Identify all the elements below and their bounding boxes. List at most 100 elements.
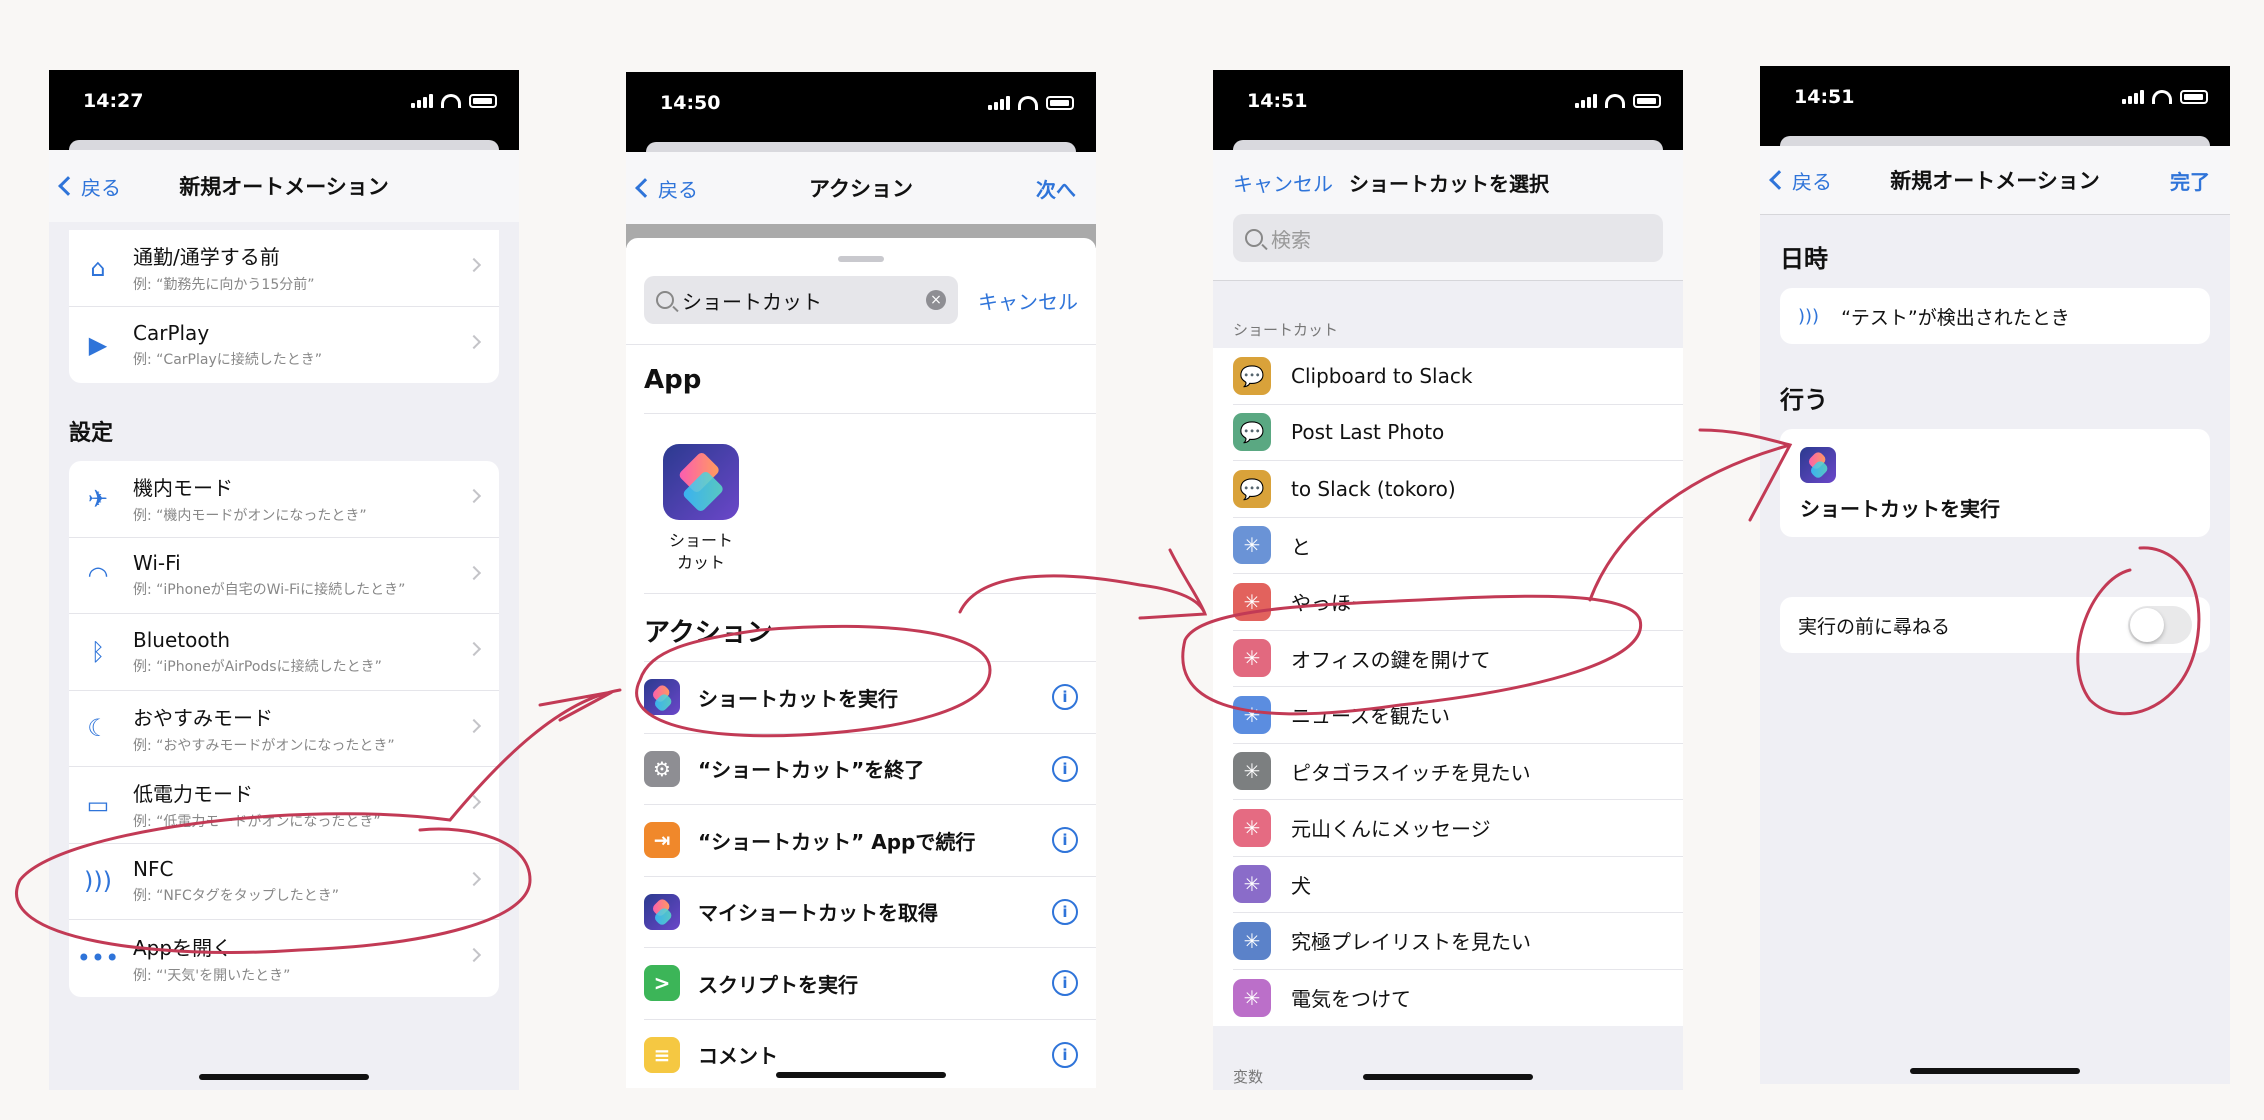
sparkle-icon: ✳ xyxy=(1233,526,1271,565)
home-indicator xyxy=(1363,1074,1533,1080)
section-header-shortcuts: ショートカット xyxy=(1233,321,1339,339)
app-shortcuts[interactable]: ショート カット xyxy=(626,414,746,593)
status-time: 14:50 xyxy=(660,92,721,114)
section-header-actions: アクション xyxy=(644,618,773,649)
list-item[interactable]: ☾ おやすみモード 例: “おやすみモードがオンになったとき” xyxy=(69,691,499,767)
sparkle-icon: ✳ xyxy=(1233,695,1271,734)
chevron-left-icon xyxy=(635,178,655,198)
chevron-right-icon xyxy=(466,334,482,349)
list-item[interactable]: ◠ Wi-Fi 例: “iPhoneが自宅のWi-Fiに接続したとき” xyxy=(69,538,499,614)
page-title: アクション xyxy=(809,177,913,201)
sparkle-icon: ✳ xyxy=(1233,978,1271,1017)
status-bar: 14:51 xyxy=(1760,66,2230,136)
list-item[interactable]: 💬 Clipboard to Slack xyxy=(1233,348,1683,405)
cancel-button[interactable]: キャンセル xyxy=(1233,168,1333,197)
section-header-settings: 設定 xyxy=(69,421,114,446)
status-time: 14:27 xyxy=(83,90,144,112)
wifi-status-icon xyxy=(2152,90,2172,104)
list-item[interactable]: ✳ 究極プレイリストを見たい xyxy=(1233,913,1683,970)
list-item[interactable]: 💬 Post Last Photo xyxy=(1233,405,1683,461)
page-title: 新規オートメーション xyxy=(1890,169,2100,193)
back-button[interactable]: 戻る xyxy=(635,174,698,203)
battery-status-icon xyxy=(1046,96,1074,110)
speech-bubble-icon: 💬 xyxy=(1233,469,1271,508)
speech-bubble-icon: 💬 xyxy=(1233,356,1271,395)
search-input[interactable]: 検索 xyxy=(1233,214,1663,262)
status-bar: 14:51 xyxy=(1213,70,1683,140)
screen-automation-summary: 14:51 戻る 新規オートメーション 完了 日時 ))) “テスト”が検出され… xyxy=(1760,66,2230,1084)
battery-status-icon xyxy=(469,94,497,108)
chevron-right-icon xyxy=(466,488,482,504)
list-item[interactable]: ✳ やっほー xyxy=(1233,574,1683,631)
page-title: 新規オートメーション xyxy=(179,175,389,199)
info-icon[interactable]: i xyxy=(1052,970,1078,997)
nav-bar: 戻る 新規オートメーション xyxy=(49,150,519,222)
list-item[interactable]: ▶ CarPlay 例: “CarPlayに接続したとき” xyxy=(69,307,499,384)
action-item-get-my-shortcuts[interactable]: マイショートカットを取得 i xyxy=(644,877,1096,949)
action-item-continue-in-app[interactable]: ⇥ “ショートカット” Appで続行 i xyxy=(644,805,1096,877)
list-item[interactable]: ••• Appを開く 例: “'天気'を開いたとき” xyxy=(69,920,499,997)
shortcuts-icon xyxy=(644,679,680,716)
action-card[interactable]: ショートカットを実行 xyxy=(1780,429,2210,537)
section-header-do: 行う xyxy=(1780,386,1828,414)
back-button[interactable]: 戻る xyxy=(1769,166,1832,195)
list-item[interactable]: 💬 to Slack (tokoro) xyxy=(1233,461,1683,518)
status-time: 14:51 xyxy=(1247,90,1308,112)
next-button[interactable]: 次へ xyxy=(1036,174,1076,203)
info-icon[interactable]: i xyxy=(1052,684,1078,711)
screen-choose-shortcut: 14:51 キャンセル ショートカットを選択 検索 ショートカット 💬 Clipb… xyxy=(1213,70,1683,1090)
comment-icon: ≡ xyxy=(644,1036,680,1073)
list-item[interactable]: ▭ 低電力モード 例: “低電力モードがオンになったとき” xyxy=(69,767,499,844)
status-bar: 14:50 xyxy=(626,72,1096,142)
ask-before-running-toggle[interactable] xyxy=(2128,606,2192,644)
moon-icon: ☾ xyxy=(87,714,109,743)
trigger-card[interactable]: ))) “テスト”が検出されたとき xyxy=(1780,288,2210,344)
speech-bubble-icon: 💬 xyxy=(1233,413,1271,452)
list-item[interactable]: ✳ 元山くんにメッセージ xyxy=(1233,800,1683,857)
done-button[interactable]: 完了 xyxy=(2170,166,2210,195)
chevron-right-icon xyxy=(466,871,482,886)
back-button[interactable]: 戻る xyxy=(58,172,121,201)
signal-icon xyxy=(988,96,1010,110)
list-item[interactable]: ✈ 機内モード 例: “機内モードがオンになったとき” xyxy=(69,461,499,538)
chevron-right-icon xyxy=(466,718,482,733)
shortcuts-app-icon xyxy=(663,444,739,520)
list-item[interactable]: ✳ オフィスの鍵を開けて xyxy=(1233,631,1683,687)
sparkle-icon: ✳ xyxy=(1233,752,1271,791)
info-icon[interactable]: i xyxy=(1052,827,1078,854)
bluetooth-icon: ᛒ xyxy=(90,637,106,666)
battery-status-icon xyxy=(1633,94,1661,108)
wifi-status-icon xyxy=(441,94,461,108)
search-input[interactable]: ショートカット × xyxy=(644,276,958,324)
info-icon[interactable]: i xyxy=(1052,898,1078,925)
list-item[interactable]: ✳ 電気をつけて xyxy=(1233,970,1683,1027)
cancel-button[interactable]: キャンセル xyxy=(978,286,1078,315)
nav-bar: 戻る アクション 次へ xyxy=(626,152,1096,224)
list-item[interactable]: ᛒ Bluetooth 例: “iPhoneがAirPodsに接続したとき” xyxy=(69,614,499,691)
clear-icon[interactable]: × xyxy=(926,290,946,310)
signal-icon xyxy=(1575,94,1597,108)
list-item[interactable]: ))) NFC 例: “NFCタグをタップしたとき” xyxy=(69,844,499,920)
action-item-stop-shortcut[interactable]: ⚙ “ショートカット”を終了 i xyxy=(644,734,1096,806)
battery-icon: ▭ xyxy=(86,790,110,819)
nav-bar: キャンセル ショートカットを選択 検索 xyxy=(1213,150,1683,280)
list-item[interactable]: ✳ ピタゴラスイッチを見たい xyxy=(1233,744,1683,800)
list-item[interactable]: ✳ 犬 xyxy=(1233,857,1683,913)
airplane-icon: ✈ xyxy=(87,484,109,513)
list-item[interactable]: ✳ と xyxy=(1233,518,1683,574)
sparkle-icon: ✳ xyxy=(1233,808,1271,847)
action-item-run-shortcut[interactable]: ショートカットを実行 i xyxy=(644,662,1096,734)
signal-icon xyxy=(411,94,433,108)
sheet-grabber[interactable] xyxy=(838,256,884,262)
screen-new-automation-triggers: 14:27 戻る 新規オートメーション ⌂ 通勤/通学する前 例: “勤務先に向かう… xyxy=(49,70,519,1090)
info-icon[interactable]: i xyxy=(1052,755,1078,782)
action-item-run-script[interactable]: > スクリプトを実行 i xyxy=(644,948,1096,1020)
list-item[interactable]: ✳ ニュースを観たい xyxy=(1233,687,1683,744)
script-icon: > xyxy=(644,965,680,1002)
nav-bar: 戻る 新規オートメーション 完了 xyxy=(1760,146,2230,214)
list-item[interactable]: ⌂ 通勤/通学する前 例: “勤務先に向かう15分前” xyxy=(69,230,499,307)
chevron-right-icon xyxy=(466,565,482,580)
info-icon[interactable]: i xyxy=(1052,1041,1078,1068)
chevron-right-icon xyxy=(466,257,482,273)
home-indicator xyxy=(1910,1068,2080,1074)
